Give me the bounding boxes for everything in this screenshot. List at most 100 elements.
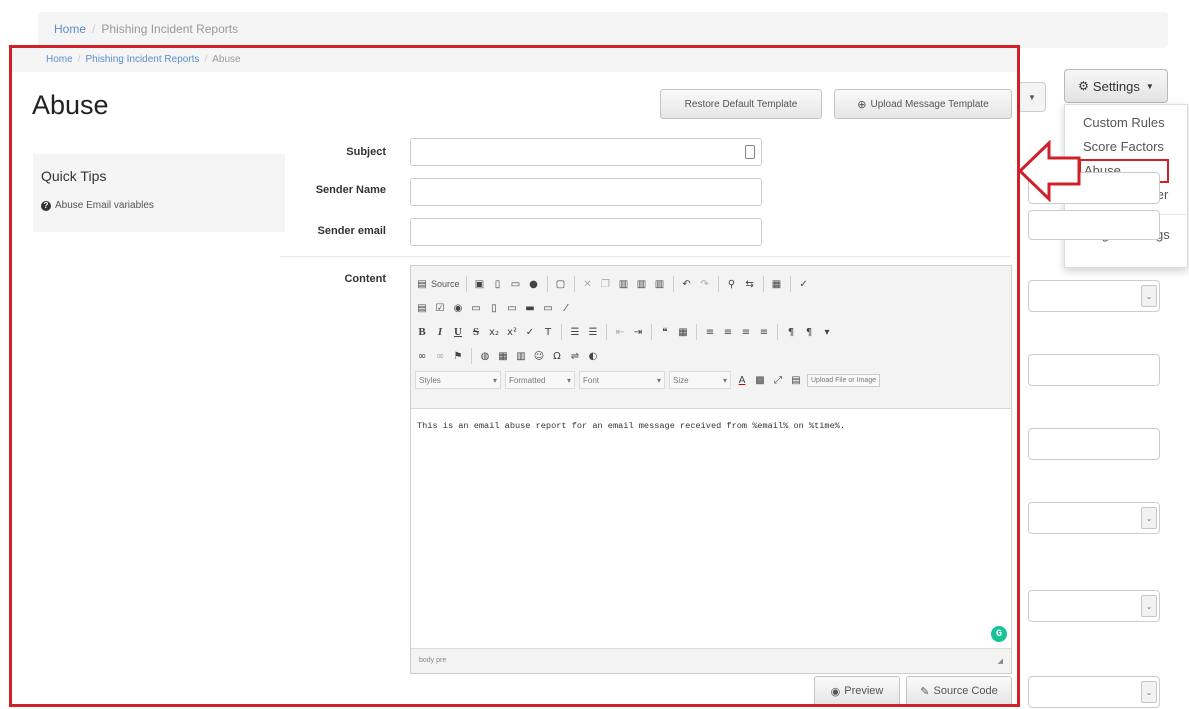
anchor-icon[interactable]: ⚑ [451, 349, 465, 363]
upload-button-label: Upload Message Template [870, 98, 989, 110]
image-icon[interactable]: ◍ [478, 349, 492, 363]
text-field-icon[interactable]: ▭ [469, 301, 483, 315]
chevron-down-icon: ⌄ [1141, 507, 1157, 529]
blockquote-icon[interactable]: ❝ [658, 325, 672, 339]
source-code-button[interactable]: ✎ Source Code [906, 676, 1012, 704]
copy-format-icon[interactable]: ✓ [523, 325, 537, 339]
ltr-icon[interactable]: ¶ [784, 325, 798, 339]
format-dropdown[interactable]: Formatted ▾ [505, 371, 575, 389]
find-icon[interactable]: ⚲ [725, 277, 739, 291]
editor-content-area[interactable]: This is an email abuse report for an ema… [411, 409, 1011, 648]
paste-text-icon[interactable]: ▥ [635, 277, 649, 291]
source-button[interactable]: ▤ Source [415, 277, 460, 291]
div-container-icon[interactable]: ▦ [676, 325, 690, 339]
background-field[interactable] [1028, 428, 1160, 460]
resize-handle-icon[interactable]: ◢ [998, 657, 1003, 665]
preview-button-label: Preview [844, 685, 884, 697]
justify-icon[interactable]: ≡ [757, 325, 771, 339]
image-button-icon[interactable]: ▭ [541, 301, 555, 315]
italic-icon[interactable]: I [433, 325, 447, 339]
sender-name-label: Sender Name [315, 184, 386, 196]
new-page-icon[interactable]: ▯ [491, 277, 505, 291]
grammarly-icon[interactable]: G [991, 626, 1007, 642]
code-icon: ✎ [920, 684, 930, 698]
preview-button[interactable]: ◉ Preview [814, 676, 900, 704]
hidden-field-icon[interactable]: ⁄ [559, 301, 573, 315]
background-dropdown-button[interactable]: ▼ [1018, 82, 1046, 112]
remove-format-icon[interactable]: T [541, 325, 555, 339]
toolbar-row-5: Styles ▾ Formatted ▾ Font ▾ Size ▾ A ▩ ⤢ ▤ U… [415, 368, 1007, 392]
background-color-icon[interactable]: ▩ [753, 373, 767, 387]
align-left-icon[interactable]: ≡ [703, 325, 717, 339]
smiley-icon[interactable]: ☺ [532, 349, 546, 363]
paste-word-icon[interactable]: ▥ [653, 277, 667, 291]
align-center-icon[interactable]: ≡ [721, 325, 735, 339]
spellcheck-icon[interactable]: ✓ [797, 277, 811, 291]
button-field-icon[interactable]: ▬ [523, 301, 537, 315]
sender-name-input[interactable] [410, 178, 762, 206]
select-field-icon[interactable]: ▭ [505, 301, 519, 315]
indent-icon[interactable]: ⇥ [631, 325, 645, 339]
breadcrumb-home-link[interactable]: Home [46, 54, 73, 65]
size-dropdown[interactable]: Size ▾ [669, 371, 731, 389]
bold-icon[interactable]: B [415, 325, 429, 339]
text-color-icon[interactable]: A [735, 373, 749, 387]
toolbar-row-2: ▤ ☑ ◉ ▭ ▯ ▭ ▬ ▭ ⁄ [415, 296, 1007, 320]
background-field[interactable] [1028, 354, 1160, 386]
align-right-icon[interactable]: ≡ [739, 325, 753, 339]
breadcrumb-home-link[interactable]: Home [54, 22, 86, 36]
editor-statusbar: body pre ◢ [411, 648, 1011, 673]
save-icon[interactable]: ▣ [473, 277, 487, 291]
unlink-icon[interactable]: ∞ [433, 349, 447, 363]
show-blocks-icon[interactable]: ▤ [789, 373, 803, 387]
cut-icon[interactable]: ✕ [581, 277, 595, 291]
preview-icon[interactable]: ▭ [509, 277, 523, 291]
strikethrough-icon[interactable]: S [469, 325, 483, 339]
special-char-icon[interactable]: Ω [550, 349, 564, 363]
templates-icon[interactable]: ▢ [554, 277, 568, 291]
menu-item-custom-rules[interactable]: Custom Rules [1065, 111, 1187, 135]
styles-dropdown[interactable]: Styles ▾ [415, 371, 501, 389]
breadcrumb-separator: / [77, 54, 81, 65]
underline-icon[interactable]: U [451, 325, 465, 339]
radio-icon[interactable]: ◉ [451, 301, 465, 315]
subscript-icon[interactable]: x₂ [487, 325, 501, 339]
textarea-icon[interactable]: ▯ [487, 301, 501, 315]
source-button-label: Source [431, 279, 460, 289]
superscript-icon[interactable]: x² [505, 325, 519, 339]
copy-icon[interactable]: ❐ [599, 277, 613, 291]
font-dropdown[interactable]: Font ▾ [579, 371, 665, 389]
language-icon[interactable]: ▾ [820, 325, 834, 339]
caret-down-icon: ▼ [1028, 92, 1036, 102]
upload-file-or-image-button[interactable]: Upload File or Image [807, 373, 880, 387]
horizontal-rule-icon[interactable]: ▥ [514, 349, 528, 363]
form-icon[interactable]: ▤ [415, 301, 429, 315]
paste-icon[interactable]: ▥ [617, 277, 631, 291]
element-path: body pre [419, 657, 447, 664]
iframe-icon[interactable]: ◐ [586, 349, 600, 363]
sender-email-input[interactable] [410, 218, 762, 246]
rtl-icon[interactable]: ¶ [802, 325, 816, 339]
maximize-icon[interactable]: ⤢ [771, 373, 785, 387]
checkbox-icon[interactable]: ☑ [433, 301, 447, 315]
numbered-list-icon[interactable]: ☰ [568, 325, 582, 339]
redo-icon[interactable]: ↷ [698, 277, 712, 291]
page-break-icon[interactable]: ⇌ [568, 349, 582, 363]
chevron-down-icon: ⌄ [1141, 681, 1157, 703]
background-field[interactable] [1028, 210, 1160, 240]
link-icon[interactable]: ∞ [415, 349, 429, 363]
breadcrumb-parent-link[interactable]: Phishing Incident Reports [85, 54, 199, 65]
upload-message-template-button[interactable]: ⊕ Upload Message Template [834, 89, 1012, 119]
restore-default-template-button[interactable]: Restore Default Template [660, 89, 822, 119]
select-all-icon[interactable]: ▦ [770, 277, 784, 291]
print-icon[interactable]: ● [527, 277, 541, 291]
table-icon[interactable]: ▦ [496, 349, 510, 363]
menu-item-score-factors[interactable]: Score Factors [1065, 135, 1187, 159]
subject-input[interactable] [410, 138, 762, 166]
bulleted-list-icon[interactable]: ☰ [586, 325, 600, 339]
settings-button[interactable]: ⚙ Settings ▼ [1064, 69, 1168, 103]
quick-tips-item[interactable]: ? Abuse Email variables [41, 200, 285, 211]
outdent-icon[interactable]: ⇤ [613, 325, 627, 339]
replace-icon[interactable]: ⇆ [743, 277, 757, 291]
undo-icon[interactable]: ↶ [680, 277, 694, 291]
